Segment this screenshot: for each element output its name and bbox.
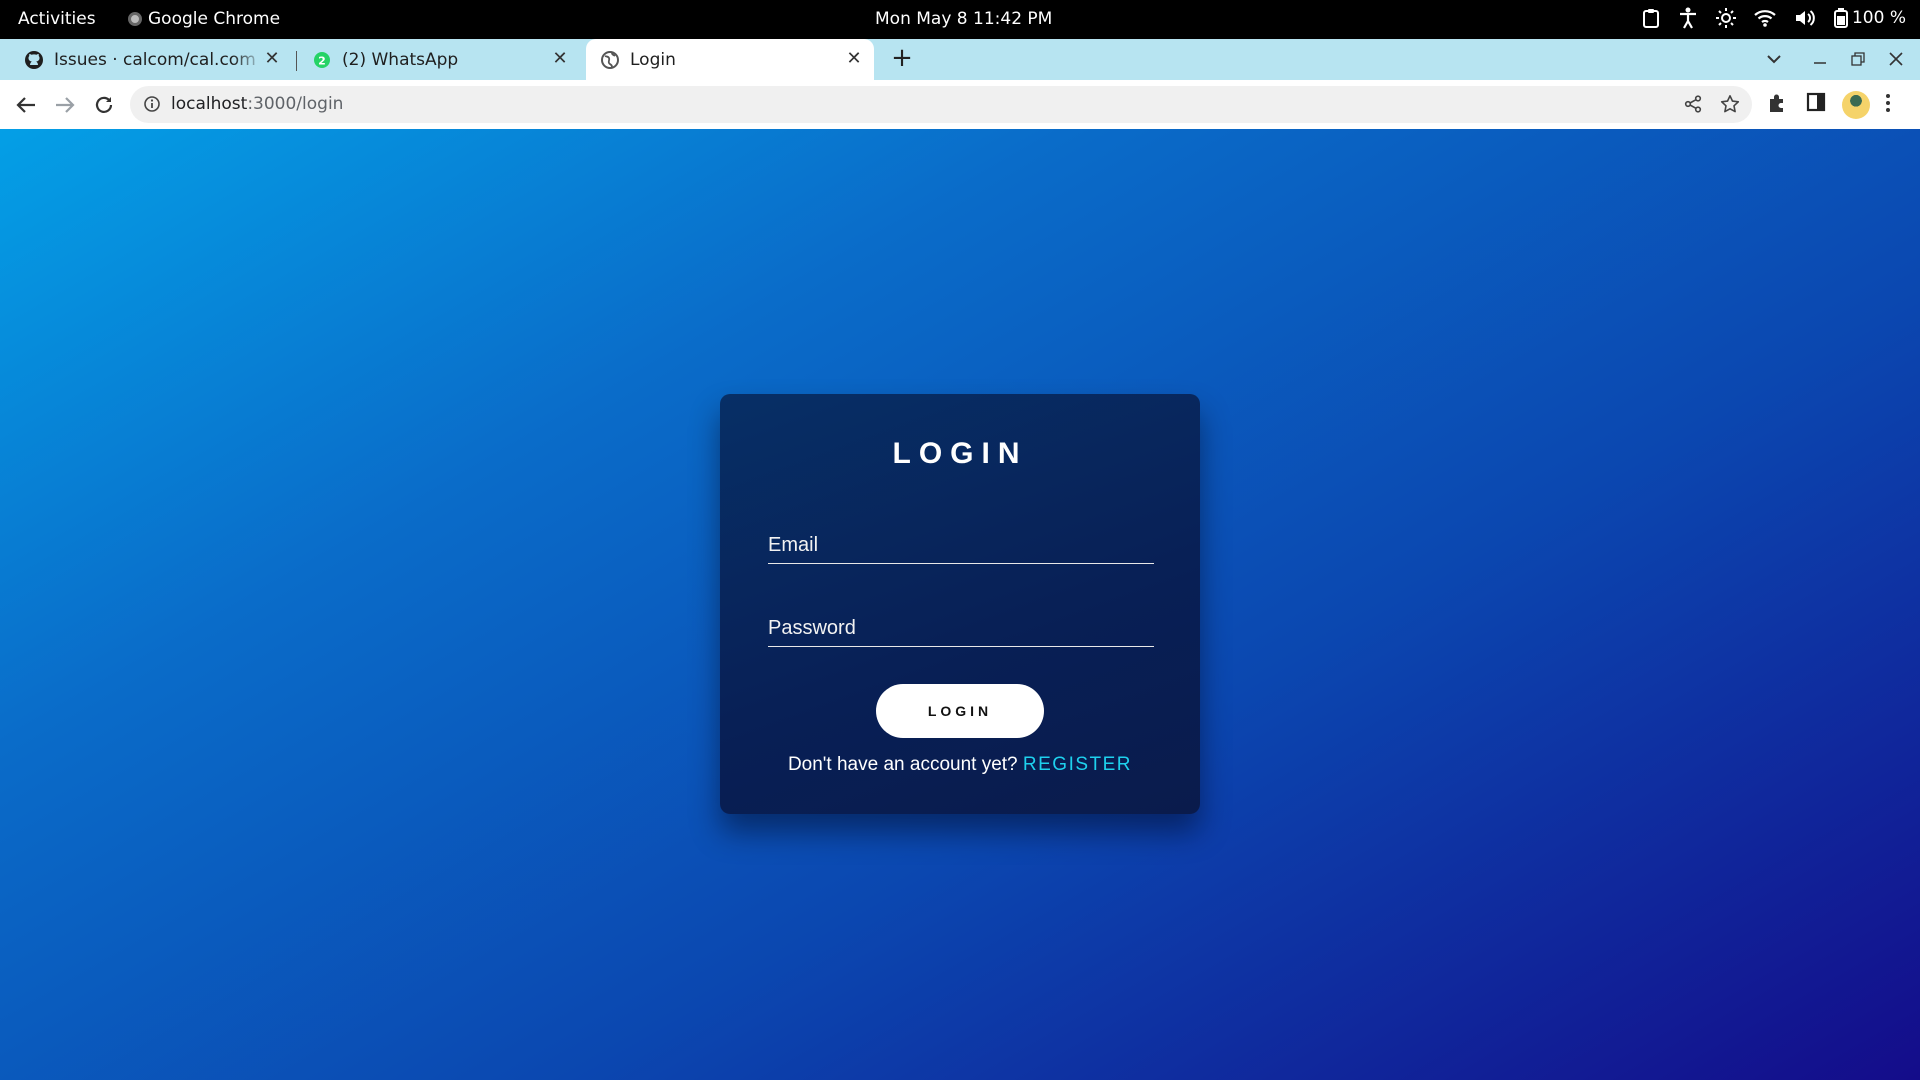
app-name-label: Google Chrome bbox=[148, 9, 281, 29]
system-top-bar: Activities Google Chrome Mon May 8 11:42… bbox=[0, 0, 1920, 39]
volume-icon[interactable] bbox=[1794, 8, 1816, 28]
email-field[interactable] bbox=[768, 514, 1154, 563]
brightness-icon[interactable] bbox=[1715, 8, 1736, 28]
accessibility-icon[interactable] bbox=[1678, 7, 1698, 29]
tab-whatsapp[interactable]: 2 (2) WhatsApp ✕ bbox=[298, 39, 580, 80]
close-tab-icon[interactable]: ✕ bbox=[262, 49, 282, 69]
tab-search-chevron-icon[interactable] bbox=[1762, 47, 1786, 71]
forward-arrow-icon[interactable] bbox=[52, 92, 78, 118]
new-tab-icon[interactable]: + bbox=[890, 45, 914, 71]
clock[interactable]: Mon May 8 11:42 PM bbox=[875, 9, 1052, 29]
login-page: LOGIN LOGIN Don't have an account yet? R… bbox=[0, 129, 1920, 1080]
page-title: LOGIN bbox=[892, 437, 1028, 470]
address-bar[interactable]: localhost:3000/login bbox=[130, 86, 1752, 123]
url-text[interactable]: localhost:3000/login bbox=[171, 94, 343, 114]
tab-login[interactable]: Login ✕ bbox=[586, 39, 874, 80]
activities-button[interactable]: Activities bbox=[18, 9, 96, 29]
minimize-icon[interactable] bbox=[1808, 47, 1832, 71]
bookmark-star-icon[interactable] bbox=[1720, 94, 1740, 118]
password-field[interactable] bbox=[768, 597, 1154, 646]
tab-title: (2) WhatsApp bbox=[342, 49, 459, 70]
register-prompt-line: Don't have an account yet? REGISTER bbox=[720, 754, 1200, 776]
password-field-wrapper bbox=[768, 597, 1154, 647]
url-host: localhost bbox=[171, 94, 248, 114]
whatsapp-badge: 2 bbox=[318, 54, 326, 67]
profile-avatar[interactable] bbox=[1842, 91, 1870, 119]
globe-icon bbox=[600, 50, 620, 70]
register-link[interactable]: REGISTER bbox=[1023, 754, 1132, 775]
tab-title: Login bbox=[630, 49, 676, 70]
share-icon[interactable] bbox=[1684, 95, 1702, 117]
extensions-puzzle-icon[interactable] bbox=[1767, 92, 1789, 118]
github-icon bbox=[24, 50, 44, 70]
back-arrow-icon[interactable] bbox=[13, 92, 39, 118]
tab-github-issues[interactable]: Issues · calcom/cal.com · G ✕ bbox=[12, 39, 292, 80]
app-menu[interactable]: Google Chrome bbox=[128, 9, 280, 29]
url-path: :3000/login bbox=[247, 94, 344, 114]
register-prompt: Don't have an account yet? bbox=[787, 754, 1018, 775]
email-field-wrapper bbox=[768, 514, 1154, 564]
site-info-icon[interactable] bbox=[144, 96, 160, 116]
close-tab-icon[interactable]: ✕ bbox=[550, 49, 570, 69]
whatsapp-icon: 2 bbox=[312, 50, 332, 70]
chrome-icon bbox=[128, 12, 142, 26]
restore-icon[interactable] bbox=[1846, 47, 1870, 71]
login-button[interactable]: LOGIN bbox=[876, 684, 1044, 738]
close-window-icon[interactable] bbox=[1884, 47, 1908, 71]
tab-separator bbox=[296, 51, 297, 71]
tab-strip: Issues · calcom/cal.com · G ✕ 2 (2) What… bbox=[0, 39, 1920, 80]
system-tray[interactable]: 100 % bbox=[1642, 7, 1906, 29]
tab-title: Issues · calcom/cal.com · G bbox=[54, 49, 264, 70]
close-tab-icon[interactable]: ✕ bbox=[844, 49, 864, 69]
battery-icon bbox=[1833, 8, 1848, 28]
battery-percent: 100 % bbox=[1851, 8, 1906, 28]
chrome-menu-icon[interactable] bbox=[1884, 92, 1892, 118]
reload-icon[interactable] bbox=[91, 92, 117, 118]
side-panel-icon[interactable] bbox=[1806, 92, 1826, 116]
clipboard-icon[interactable] bbox=[1642, 8, 1660, 28]
wifi-icon[interactable] bbox=[1754, 9, 1776, 27]
battery-indicator[interactable]: 100 % bbox=[1833, 8, 1906, 28]
login-card: LOGIN LOGIN Don't have an account yet? R… bbox=[720, 394, 1200, 814]
browser-toolbar: localhost:3000/login bbox=[0, 80, 1920, 129]
